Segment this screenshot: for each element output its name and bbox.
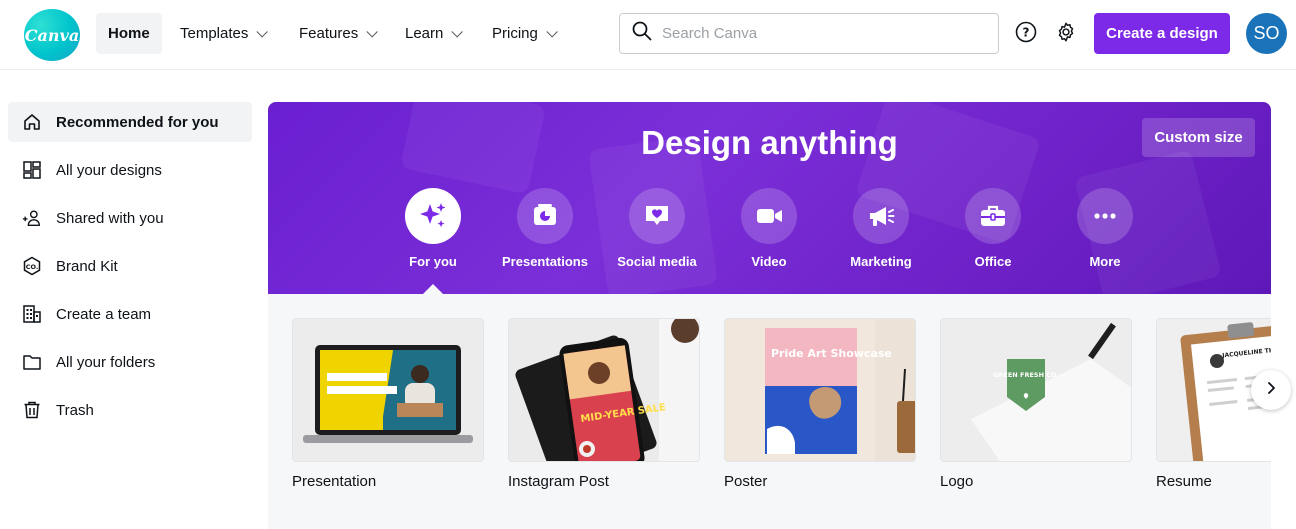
top-bar: Canva Home Templates Features Learn Pric… [0, 0, 1296, 70]
heart-chat-icon [629, 188, 685, 244]
brand-kit-icon: CO. [22, 256, 42, 276]
search-box[interactable] [619, 13, 999, 54]
people-icon [22, 208, 42, 228]
category-office[interactable]: Office [943, 188, 1043, 269]
chevron-down-icon [546, 25, 558, 38]
hero-banner: Design anything Custom size For you Pres… [268, 102, 1271, 294]
carousel-next-button[interactable] [1251, 370, 1291, 410]
custom-size-button[interactable]: Custom size [1142, 118, 1255, 157]
svg-text:?: ? [1023, 26, 1030, 40]
avatar[interactable]: SO [1246, 13, 1287, 54]
chevron-right-icon [1264, 381, 1278, 400]
category-video[interactable]: Video [719, 188, 819, 269]
sidebar-item-label: Trash [56, 401, 94, 419]
sidebar-item-all-designs[interactable]: All your designs [8, 150, 252, 190]
search-icon [632, 21, 652, 46]
design-card-label: Logo [940, 473, 974, 490]
nav-templates-label: Templates [180, 25, 249, 42]
sidebar-item-trash[interactable]: Trash [8, 390, 252, 430]
chevron-down-icon [451, 25, 464, 38]
design-card-label: Resume [1156, 473, 1212, 490]
presentation-thumbnail [292, 318, 484, 462]
design-card-presentation[interactable]: Presentation [292, 318, 484, 490]
svg-text:CO.: CO. [26, 263, 39, 271]
design-types-row: Presentation MID-YEAR SALE Instagram Pos… [268, 294, 1271, 529]
home-icon [22, 112, 42, 132]
nav-features-label: Features [299, 25, 359, 42]
category-social-media[interactable]: Social media [607, 188, 707, 269]
nav-pricing-label: Pricing [492, 25, 538, 42]
design-card-instagram-post[interactable]: MID-YEAR SALE Instagram Post [508, 318, 700, 490]
nav-home[interactable]: Home [96, 13, 162, 54]
trash-icon [22, 400, 42, 420]
design-card-label: Presentation [292, 473, 377, 490]
category-marketing[interactable]: Marketing [831, 188, 931, 269]
nav-learn[interactable]: Learn [393, 13, 471, 54]
category-more[interactable]: More [1055, 188, 1155, 269]
poster-thumb-text: Pride Art Showcase [771, 347, 892, 360]
category-presentations[interactable]: Presentations [495, 188, 595, 269]
sidebar-item-label: All your folders [56, 353, 156, 371]
category-label: Presentations [502, 254, 588, 269]
canva-logo[interactable]: Canva [24, 9, 80, 61]
category-label: Video [751, 254, 787, 269]
megaphone-icon [853, 188, 909, 244]
building-icon [22, 304, 42, 324]
poster-thumbnail: Pride Art Showcase [724, 318, 916, 462]
logo-thumbnail: GREEN FRESH CO. [940, 318, 1132, 462]
sidebar: Recommended for you All your designs Sha… [8, 102, 252, 438]
more-dots-icon [1077, 188, 1133, 244]
sidebar-item-label: Create a team [56, 305, 152, 323]
nav-features[interactable]: Features [287, 13, 386, 54]
create-design-button[interactable]: Create a design [1094, 13, 1230, 54]
sidebar-item-label: Recommended for you [56, 113, 219, 131]
grid-icon [22, 160, 42, 180]
gear-icon[interactable] [1054, 20, 1078, 44]
nav-templates[interactable]: Templates [168, 13, 276, 54]
help-icon[interactable]: ? [1014, 20, 1038, 44]
nav-home-label: Home [108, 25, 150, 42]
sidebar-item-create-team[interactable]: Create a team [8, 294, 252, 334]
design-card-resume[interactable]: JACQUELINE THOMPSON Resume [1156, 318, 1271, 490]
category-label: Social media [617, 254, 697, 269]
presentation-icon [517, 188, 573, 244]
nav-pricing[interactable]: Pricing [480, 13, 566, 54]
category-label: Office [974, 254, 1012, 269]
sidebar-item-label: Shared with you [56, 209, 164, 227]
logo-thumb-text: GREEN FRESH CO. [993, 371, 1059, 379]
briefcase-icon [965, 188, 1021, 244]
sidebar-item-label: All your designs [56, 161, 162, 179]
logo-text: Canva [24, 25, 80, 45]
active-category-indicator [423, 284, 443, 294]
design-card-label: Instagram Post [508, 473, 609, 490]
sidebar-item-shared[interactable]: Shared with you [8, 198, 252, 238]
category-for-you[interactable]: For you [383, 188, 483, 269]
instagram-post-thumbnail: MID-YEAR SALE [508, 318, 700, 462]
search-input[interactable] [662, 25, 962, 42]
category-label: More [1089, 254, 1121, 269]
category-label: Marketing [850, 254, 912, 269]
category-label: For you [409, 254, 457, 269]
design-card-logo[interactable]: GREEN FRESH CO. Logo [940, 318, 1132, 490]
folder-icon [22, 352, 42, 372]
sidebar-item-folders[interactable]: All your folders [8, 342, 252, 382]
video-camera-icon [741, 188, 797, 244]
sidebar-item-brand-kit[interactable]: CO. Brand Kit [8, 246, 252, 286]
chevron-down-icon [256, 25, 269, 38]
chevron-down-icon [366, 25, 378, 38]
design-card-label: Poster [724, 473, 768, 490]
sparkle-icon [405, 188, 461, 244]
sidebar-item-recommended[interactable]: Recommended for you [8, 102, 252, 142]
nav-learn-label: Learn [405, 25, 444, 42]
hero-title: Design anything [641, 124, 898, 161]
design-card-poster[interactable]: Pride Art Showcase Poster [724, 318, 916, 490]
sidebar-item-label: Brand Kit [56, 257, 118, 275]
